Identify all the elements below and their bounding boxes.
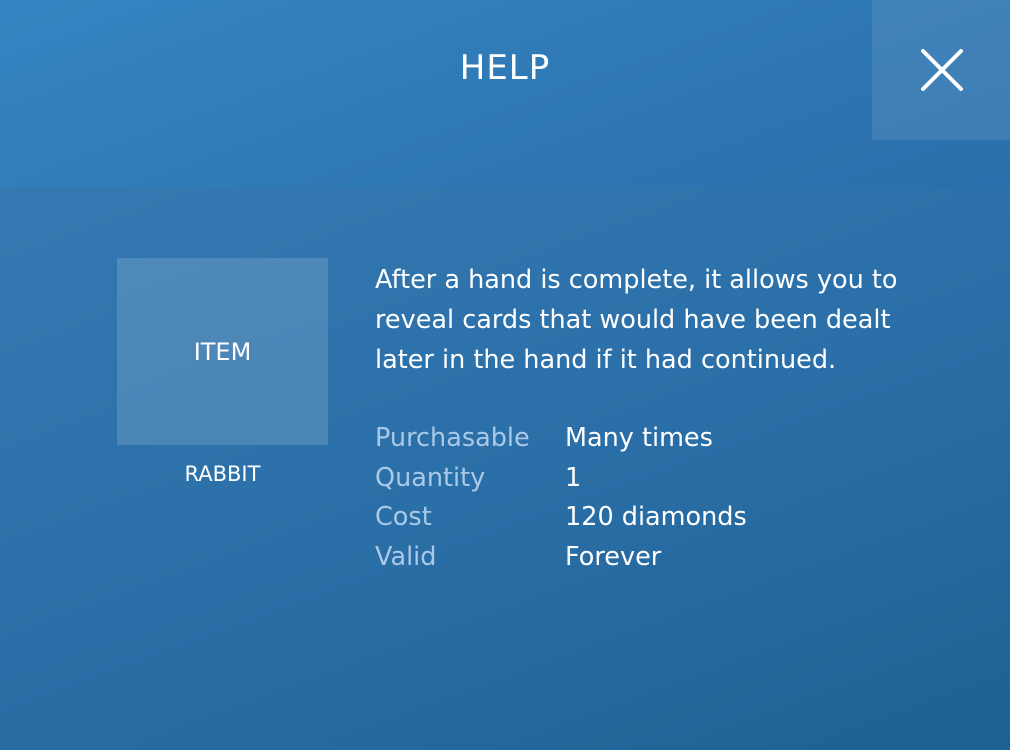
detail-value: Forever: [565, 542, 662, 573]
detail-row-valid: Valid Forever: [375, 538, 935, 578]
detail-label: Valid: [375, 542, 437, 573]
detail-row-cost: Cost 120 diamonds: [375, 498, 935, 538]
detail-row-quantity: Quantity 1: [375, 459, 935, 499]
detail-value: 1: [565, 462, 582, 493]
header-bar: [0, 0, 1010, 187]
detail-label: Purchasable: [375, 423, 530, 453]
page-title: HELP: [459, 48, 551, 88]
item-name: RABBIT: [184, 462, 261, 486]
detail-label: Quantity: [375, 462, 486, 493]
close-icon: [921, 49, 963, 91]
item-image-label: ITEM: [193, 338, 252, 366]
item-description: After a hand is complete, it allows you …: [375, 265, 898, 375]
close-button[interactable]: [872, 0, 1010, 140]
detail-row-purchasable: Purchasable Many times: [375, 419, 935, 459]
detail-value: Many times: [565, 423, 713, 453]
item-details: Purchasable Many times Quantity 1 Cost 1…: [375, 419, 935, 578]
detail-value: 120 diamonds: [565, 502, 747, 533]
detail-label: Cost: [375, 502, 432, 533]
item-image: ITEM: [117, 258, 328, 445]
